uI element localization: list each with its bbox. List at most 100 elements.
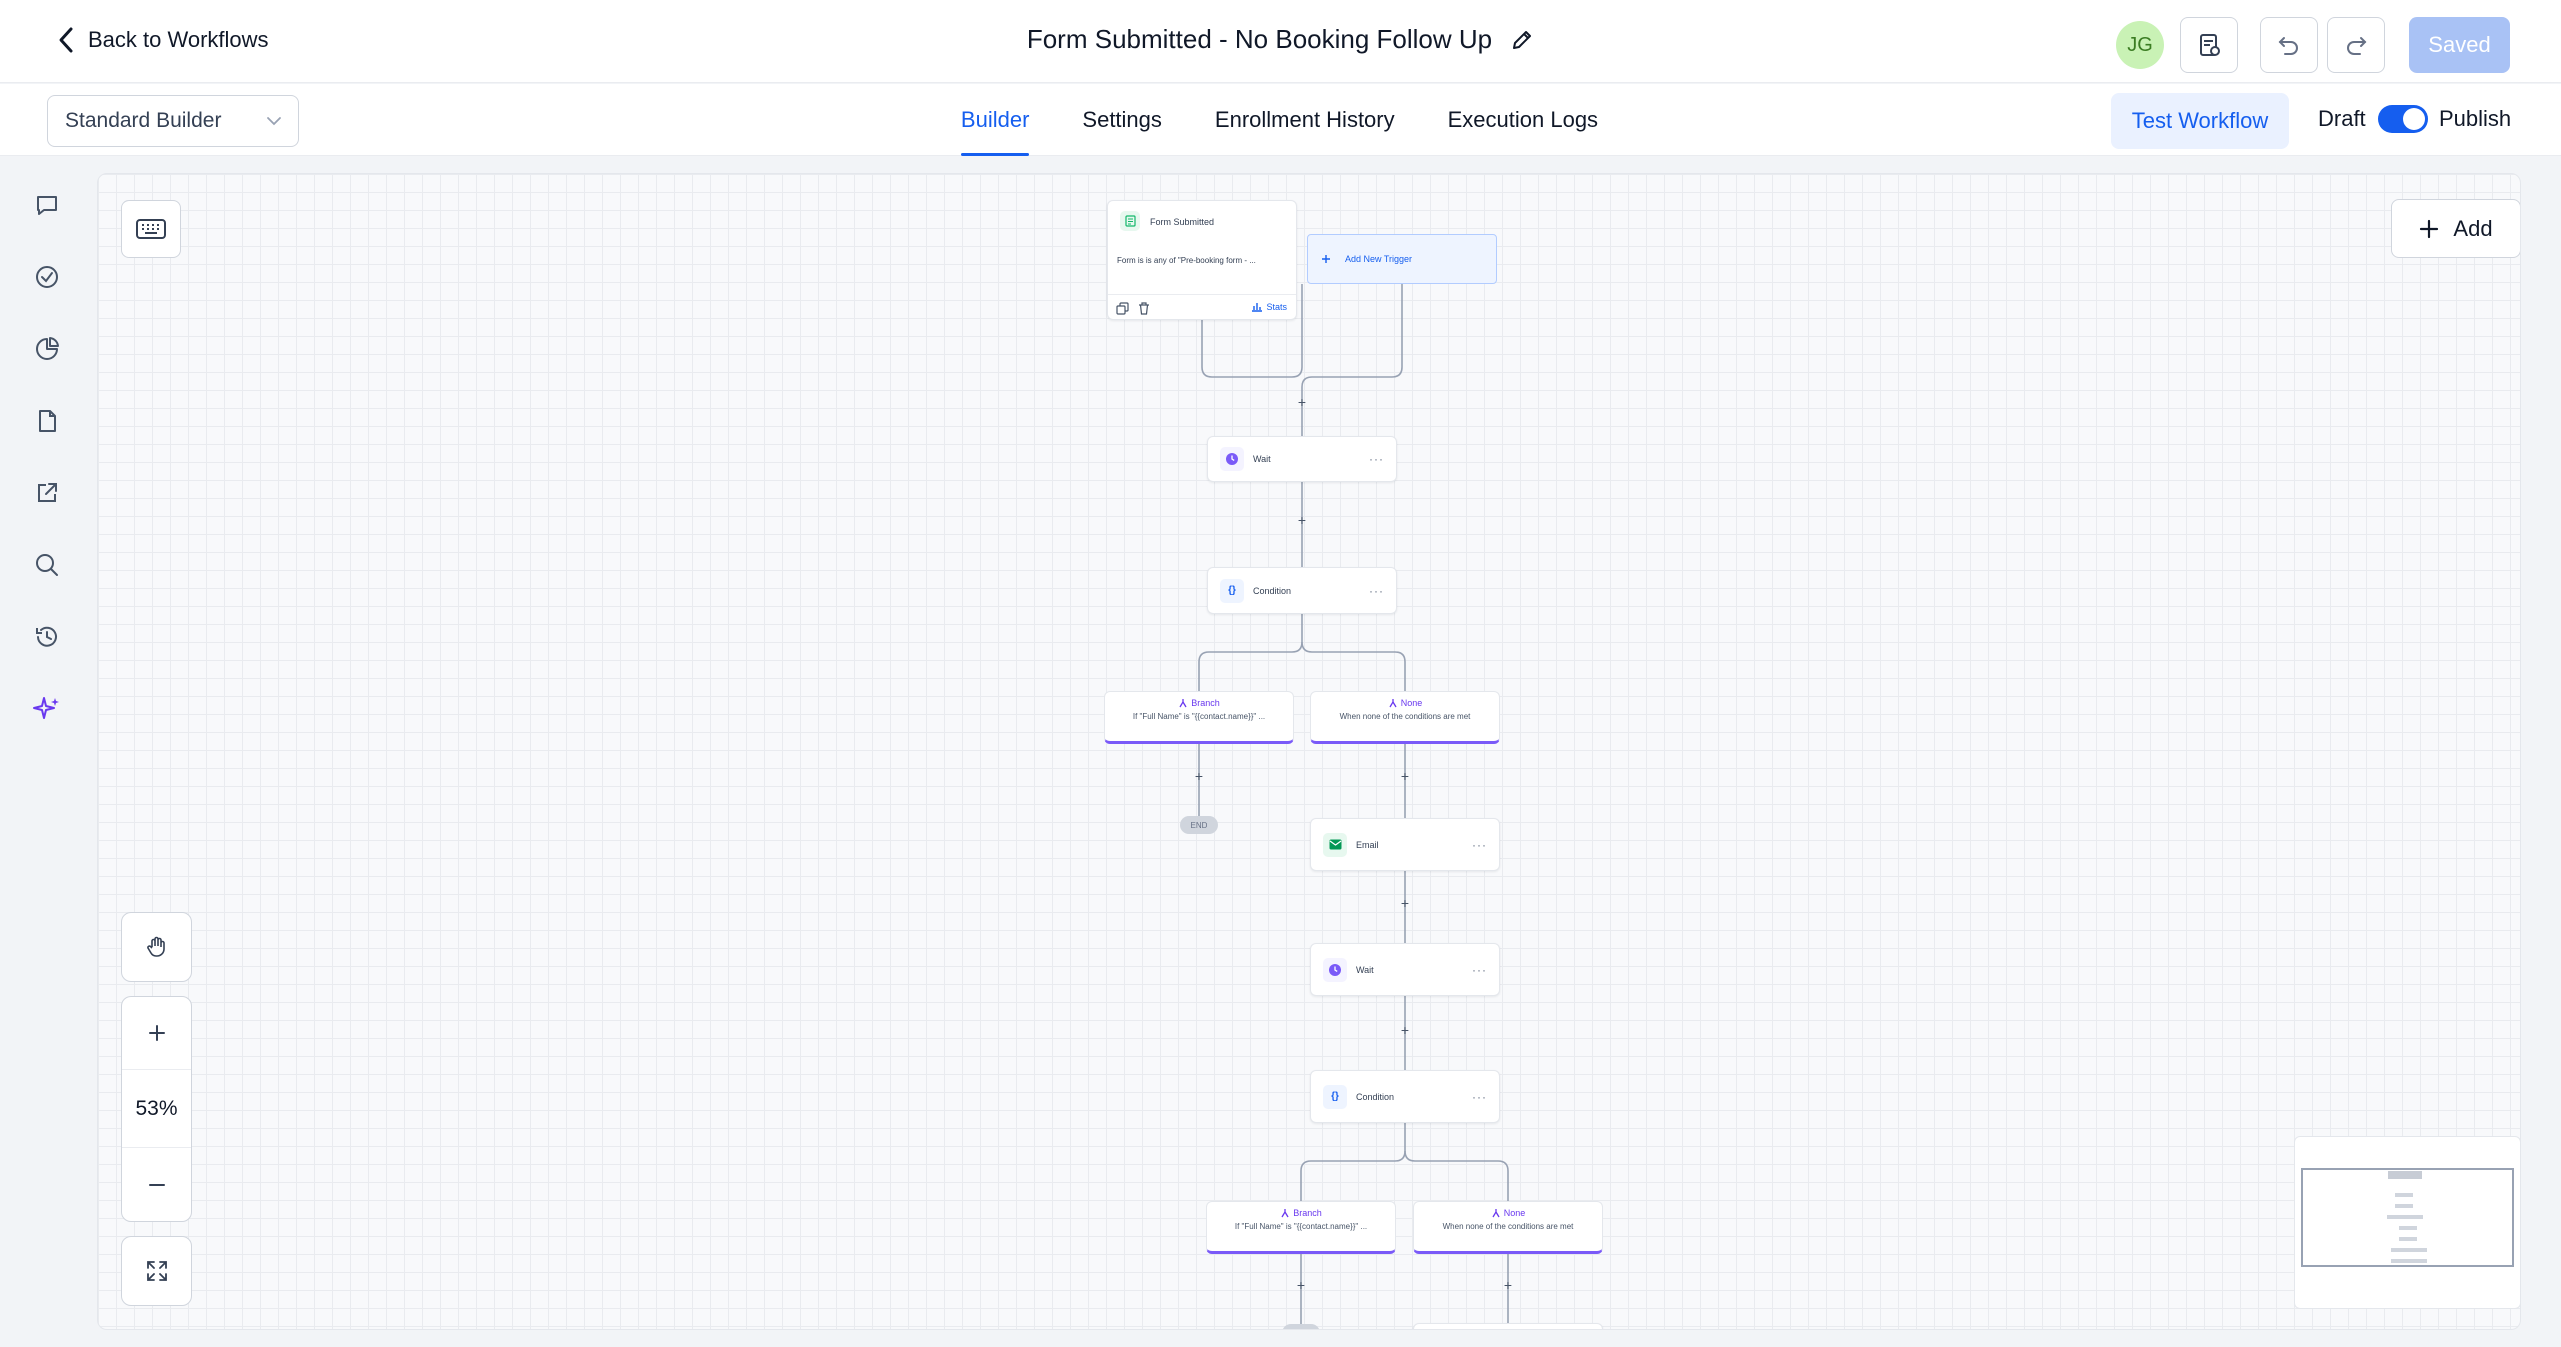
- more-options-icon[interactable]: ···: [1369, 452, 1384, 466]
- tab-enrollment-history[interactable]: Enrollment History: [1215, 84, 1395, 156]
- add-step-plus[interactable]: +: [1399, 769, 1411, 783]
- expand-icon: [146, 1260, 168, 1282]
- add-trigger-label: Add New Trigger: [1345, 254, 1413, 264]
- workflow-canvas[interactable]: Add + + + + + + + + Form Submitted Form …: [97, 173, 2521, 1330]
- redo-button[interactable]: [2327, 17, 2385, 73]
- tab-settings[interactable]: Settings: [1082, 84, 1162, 156]
- sparkle-icon[interactable]: [29, 691, 65, 727]
- back-label: Back to Workflows: [88, 27, 269, 52]
- workflow-title-wrap: Form Submitted - No Booking Follow Up: [0, 24, 2561, 55]
- minimap[interactable]: [2294, 1136, 2520, 1309]
- publish-label: Publish: [2439, 106, 2512, 131]
- clock-icon: [1323, 957, 1347, 982]
- pie-chart-icon[interactable]: [29, 331, 65, 367]
- tab-execution-logs[interactable]: Execution Logs: [1448, 84, 1598, 156]
- chat-icon[interactable]: [29, 187, 65, 223]
- test-workflow-button[interactable]: Test Workflow: [2111, 93, 2289, 149]
- none-branch-node[interactable]: None When none of the conditions are met: [1310, 691, 1500, 744]
- end-badge: END: [1180, 816, 1218, 834]
- more-options-icon[interactable]: ···: [1369, 584, 1384, 598]
- builder-select-value: Standard Builder: [65, 109, 222, 132]
- stats-label: Stats: [1266, 301, 1287, 312]
- branch-title: Branch: [1191, 698, 1220, 708]
- minimap-viewport[interactable]: [2301, 1168, 2514, 1267]
- trigger-node-form-submitted[interactable]: Form Submitted Form is is any of "Pre-bo…: [1107, 200, 1297, 320]
- divider: [1108, 294, 1296, 295]
- form-icon: [1120, 211, 1140, 231]
- plus-icon: [147, 1023, 167, 1043]
- pan-mode-button[interactable]: [121, 912, 192, 982]
- trigger-description: Form is is any of "Pre-booking form - ..…: [1117, 256, 1256, 265]
- add-step-plus[interactable]: +: [1502, 1278, 1514, 1292]
- zoom-level: 53%: [122, 1070, 191, 1148]
- left-rail: [0, 157, 95, 1347]
- more-options-icon[interactable]: ···: [1472, 1090, 1487, 1104]
- branch-icon: [1178, 698, 1188, 708]
- action-node-email[interactable]: Email ···: [1310, 818, 1500, 871]
- history-icon[interactable]: [29, 619, 65, 655]
- more-options-icon[interactable]: ···: [1472, 838, 1487, 852]
- node-label: Email: [1356, 839, 1379, 850]
- action-node-partial[interactable]: [1413, 1323, 1603, 1329]
- bar-chart-icon: [1251, 301, 1263, 312]
- curly-braces-icon: {}: [1323, 1084, 1347, 1109]
- add-step-plus[interactable]: +: [1399, 896, 1411, 910]
- copy-icon[interactable]: [1116, 302, 1129, 315]
- action-node-wait[interactable]: Wait ···: [1310, 943, 1500, 996]
- add-step-plus[interactable]: +: [1295, 1278, 1307, 1292]
- action-node-condition[interactable]: {} Condition ···: [1207, 567, 1397, 614]
- node-label: Wait: [1356, 964, 1374, 975]
- node-label: Wait: [1253, 454, 1271, 464]
- file-icon[interactable]: [29, 403, 65, 439]
- branch-title: Branch: [1293, 1208, 1322, 1218]
- branch-description: If "Full Name" is "{{contact.name}}" ...: [1234, 1222, 1368, 1231]
- publish-toggle[interactable]: [2378, 105, 2428, 133]
- curly-braces-icon: {}: [1220, 578, 1244, 603]
- builder-type-select[interactable]: Standard Builder: [47, 95, 299, 147]
- action-node-wait[interactable]: Wait ···: [1207, 436, 1397, 482]
- more-options-icon[interactable]: ···: [1472, 963, 1487, 977]
- trigger-title: Form Submitted: [1150, 217, 1215, 227]
- branch-description: If "Full Name" is "{{contact.name}}" ...: [1132, 712, 1266, 721]
- none-description: When none of the conditions are met: [1442, 1222, 1574, 1231]
- email-icon: [1323, 832, 1347, 857]
- avatar[interactable]: JG: [2116, 21, 2164, 69]
- fit-view-button[interactable]: [121, 1236, 192, 1306]
- add-step-plus[interactable]: +: [1193, 769, 1205, 783]
- none-title: None: [1400, 698, 1423, 708]
- add-step-plus[interactable]: +: [1296, 513, 1308, 527]
- workflow-connectors: [1198, 284, 1509, 1329]
- sub-bar: Standard Builder Builder Settings Enroll…: [0, 84, 2561, 156]
- saved-button[interactable]: Saved: [2409, 17, 2510, 73]
- notes-button[interactable]: [2180, 17, 2238, 73]
- zoom-out-button[interactable]: [122, 1148, 191, 1221]
- add-step-plus[interactable]: +: [1399, 1023, 1411, 1037]
- undo-icon: [2276, 32, 2302, 58]
- external-link-icon[interactable]: [29, 475, 65, 511]
- redo-icon: [2343, 32, 2369, 58]
- hand-icon: [145, 935, 169, 959]
- stats-link[interactable]: Stats: [1251, 301, 1287, 312]
- undo-button[interactable]: [2260, 17, 2318, 73]
- node-label: Condition: [1356, 1091, 1395, 1102]
- none-branch-node[interactable]: None When none of the conditions are met: [1413, 1201, 1603, 1254]
- add-step-plus[interactable]: +: [1296, 395, 1308, 409]
- draft-label: Draft: [2318, 106, 2366, 131]
- tab-builder[interactable]: Builder: [960, 84, 1030, 156]
- zoom-in-button[interactable]: [122, 997, 191, 1070]
- branch-node[interactable]: Branch If "Full Name" is "{{contact.name…: [1104, 691, 1294, 744]
- action-node-condition[interactable]: {} Condition ···: [1310, 1070, 1500, 1123]
- clock-icon: [1220, 447, 1244, 471]
- search-icon[interactable]: [29, 547, 65, 583]
- none-description: When none of the conditions are met: [1339, 712, 1471, 721]
- add-new-trigger-button[interactable]: Add New Trigger: [1307, 234, 1497, 284]
- chevron-down-icon: [266, 116, 282, 126]
- branch-node[interactable]: Branch If "Full Name" is "{{contact.name…: [1206, 1201, 1396, 1254]
- chevron-left-icon: [58, 26, 74, 54]
- branch-icon: [1280, 1208, 1290, 1218]
- back-to-workflows-link[interactable]: Back to Workflows: [58, 26, 269, 54]
- check-circle-icon[interactable]: [29, 259, 65, 295]
- workflow-title: Form Submitted - No Booking Follow Up: [1026, 24, 1493, 54]
- trash-icon[interactable]: [1138, 302, 1150, 315]
- edit-pencil-icon[interactable]: [1510, 28, 1534, 52]
